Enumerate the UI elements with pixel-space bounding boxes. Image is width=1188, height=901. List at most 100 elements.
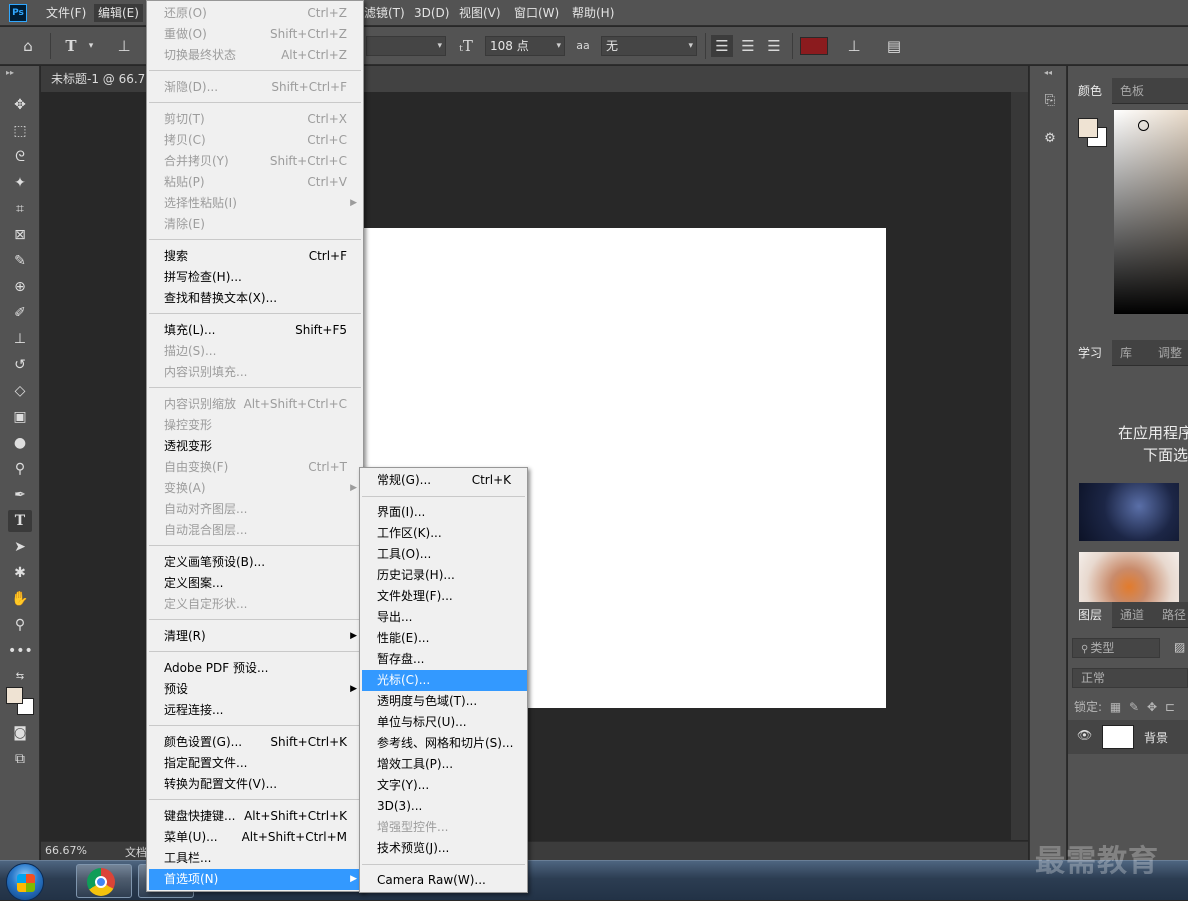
edit-menu-item-拼写检查[interactable]: 拼写检查(H)... xyxy=(149,267,363,288)
home-icon[interactable]: ⌂ xyxy=(17,35,39,57)
blur-tool-icon[interactable]: ● xyxy=(8,432,32,454)
edit-menu-item-指定配置文件[interactable]: 指定配置文件... xyxy=(149,753,363,774)
edit-menu-item-菜单[interactable]: 菜单(U)... Alt+Shift+Ctrl+M xyxy=(149,827,363,848)
prefs-menu-item-camera-raw[interactable]: Camera Raw(W)... xyxy=(362,870,527,891)
prefs-menu-item-光标[interactable]: 光标(C)... xyxy=(362,670,527,691)
align-left-icon[interactable]: ☰ xyxy=(711,35,733,57)
collapse-icon[interactable]: ▸▸ xyxy=(6,68,14,77)
edit-menu-item-远程连接[interactable]: 远程连接... xyxy=(149,700,363,721)
edit-menu-item-剪切[interactable]: 剪切(T) Ctrl+X xyxy=(149,109,363,130)
blend-mode-select[interactable]: 正常 xyxy=(1072,668,1188,688)
edit-menu-item-合并拷贝[interactable]: 合并拷贝(Y) Shift+Ctrl+C xyxy=(149,151,363,172)
font-size-field[interactable]: 108 点 ▾ xyxy=(485,36,565,56)
more-tools-icon[interactable]: ••• xyxy=(8,640,33,662)
prefs-menu-item-历史记录[interactable]: 历史记录(H)... xyxy=(362,565,527,586)
prefs-menu-item-透明度与色域[interactable]: 透明度与色域(T)... xyxy=(362,691,527,712)
layer-name[interactable]: 背景 xyxy=(1144,729,1168,746)
tab-layers[interactable]: 图层 xyxy=(1068,602,1113,628)
healing-brush-tool-icon[interactable]: ⊕ xyxy=(8,276,32,298)
marquee-tool-icon[interactable]: ⬚ xyxy=(8,120,32,142)
prefs-menu-item-导出[interactable]: 导出... xyxy=(362,607,527,628)
edit-menu-item-自动对齐图层[interactable]: 自动对齐图层... xyxy=(149,499,363,520)
quick-mask-icon[interactable]: ◙ xyxy=(8,722,32,744)
edit-menu-item-搜索[interactable]: 搜索 Ctrl+F xyxy=(149,246,363,267)
lock-transparent-icon[interactable]: ▦ xyxy=(1110,700,1121,714)
zoom-level[interactable]: 66.67% xyxy=(45,844,87,857)
magic-wand-tool-icon[interactable]: ✦ xyxy=(8,172,32,194)
edit-menu-item-adobe-pdf-预设[interactable]: Adobe PDF 预设... xyxy=(149,658,363,679)
clone-stamp-tool-icon[interactable]: ⊥ xyxy=(8,328,32,350)
screen-mode-icon[interactable]: ⧉ xyxy=(8,748,32,770)
font-style-select[interactable]: ▾ xyxy=(366,36,446,56)
prefs-menu-item-工具[interactable]: 工具(O)... xyxy=(362,544,527,565)
brush-tool-icon[interactable]: ✐ xyxy=(8,302,32,324)
frame-tool-icon[interactable]: ⊠ xyxy=(8,224,32,246)
edit-menu-item-查找和替换文本[interactable]: 查找和替换文本(X)... xyxy=(149,288,363,309)
tab-color[interactable]: 颜色 xyxy=(1068,78,1113,104)
eye-icon[interactable]: 👁 xyxy=(1077,728,1092,742)
prefs-menu-item-文字[interactable]: 文字(Y)... xyxy=(362,775,527,796)
antialias-select[interactable]: 无 ▾ xyxy=(601,36,697,56)
gradient-tool-icon[interactable]: ▣ xyxy=(8,406,32,428)
color-picker-ring[interactable] xyxy=(1138,120,1149,131)
tutorial-thumbnail[interactable] xyxy=(1079,552,1179,602)
start-button[interactable] xyxy=(6,863,44,901)
edit-menu-item-自由变换[interactable]: 自由变换(F) Ctrl+T xyxy=(149,457,363,478)
prefs-menu-item-单位与标尺[interactable]: 单位与标尺(U)... xyxy=(362,712,527,733)
edit-menu-item-首选项[interactable]: 首选项(N) ▶ xyxy=(149,869,363,890)
edit-menu-item-定义画笔预设[interactable]: 定义画笔预设(B)... xyxy=(149,552,363,573)
move-tool-icon[interactable]: ✥ xyxy=(8,94,32,116)
properties-panel-icon[interactable]: ⚙ xyxy=(1039,128,1061,150)
edit-menu-item-描边[interactable]: 描边(S)... xyxy=(149,341,363,362)
type-tool-icon[interactable]: T xyxy=(8,510,32,532)
edit-menu-item-渐隐[interactable]: 渐隐(D)... Shift+Ctrl+F xyxy=(149,77,363,98)
edit-menu-item-重做[interactable]: 重做(O) Shift+Ctrl+Z xyxy=(149,24,363,45)
prefs-menu-item-界面[interactable]: 界面(I)... xyxy=(362,502,527,523)
hand-tool-icon[interactable]: ✋ xyxy=(8,588,32,610)
doc-info[interactable]: 文档 xyxy=(125,844,147,860)
edit-menu-item-操控变形[interactable]: 操控变形 xyxy=(149,415,363,436)
chevron-down-icon[interactable]: ▾ xyxy=(80,35,102,57)
edit-menu-item-切换最终状态[interactable]: 切换最终状态 Alt+Ctrl+Z xyxy=(149,45,363,66)
type-tool-preset-icon[interactable]: T xyxy=(60,35,82,57)
pen-tool-icon[interactable]: ✒ xyxy=(8,484,32,506)
menu-filter[interactable]: 滤镜(T) xyxy=(360,4,409,22)
edit-menu-item-定义图案[interactable]: 定义图案... xyxy=(149,573,363,594)
prefs-menu-item-增强型控件[interactable]: 增强型控件... xyxy=(362,817,527,838)
vertical-type-toggle-icon[interactable]: ⊥ xyxy=(113,35,135,57)
lasso-tool-icon[interactable]: ᘓ xyxy=(8,146,32,168)
foreground-color-swatch[interactable] xyxy=(1078,118,1098,138)
foreground-background-colors[interactable] xyxy=(5,686,35,716)
edit-menu-item-工具栏[interactable]: 工具栏... xyxy=(149,848,363,869)
edit-menu-item-转换为配置文件[interactable]: 转换为配置文件(V)... xyxy=(149,774,363,795)
foreground-color-swatch[interactable] xyxy=(6,687,23,704)
eyedropper-tool-icon[interactable]: ✎ xyxy=(8,250,32,272)
collapse-icon[interactable]: ◂◂ xyxy=(1044,68,1052,77)
edit-menu-item-拷贝[interactable]: 拷贝(C) Ctrl+C xyxy=(149,130,363,151)
layer-row[interactable]: 👁 背景 xyxy=(1068,720,1188,754)
menu-help[interactable]: 帮助(H) xyxy=(568,4,618,22)
prefs-menu-item-暂存盘[interactable]: 暂存盘... xyxy=(362,649,527,670)
edit-menu-item-定义自定形状[interactable]: 定义自定形状... xyxy=(149,594,363,615)
layer-kind-filter[interactable]: ⚲ 类型 xyxy=(1072,638,1160,658)
shape-tool-icon[interactable]: ✱ xyxy=(8,562,32,584)
character-panel-icon[interactable]: ▤ xyxy=(883,35,905,57)
tab-swatches[interactable]: 色板 xyxy=(1110,78,1154,104)
align-right-icon[interactable]: ☰ xyxy=(763,35,785,57)
prefs-menu-item-参考线-网格和切片[interactable]: 参考线、网格和切片(S)... xyxy=(362,733,527,754)
prefs-menu-item-文件处理[interactable]: 文件处理(F)... xyxy=(362,586,527,607)
tab-adjustments[interactable]: 调整 xyxy=(1148,340,1188,366)
edit-menu-item-键盘快捷键[interactable]: 键盘快捷键... Alt+Shift+Ctrl+K xyxy=(149,806,363,827)
edit-menu-item-自动混合图层[interactable]: 自动混合图层... xyxy=(149,520,363,541)
menu-view[interactable]: 视图(V) xyxy=(455,4,505,22)
prefs-menu-item-性能[interactable]: 性能(E)... xyxy=(362,628,527,649)
edit-menu-item-清除[interactable]: 清除(E) xyxy=(149,214,363,235)
edit-menu-item-内容识别填充[interactable]: 内容识别填充... xyxy=(149,362,363,383)
path-selection-tool-icon[interactable]: ➤ xyxy=(8,536,32,558)
document-tab[interactable]: 未标题-1 @ 66.7% xyxy=(41,66,161,92)
tab-paths[interactable]: 路径 xyxy=(1152,602,1188,628)
align-center-icon[interactable]: ☰ xyxy=(737,35,759,57)
lock-artboard-icon[interactable]: ⊏ xyxy=(1165,700,1175,714)
text-color-swatch[interactable] xyxy=(800,37,828,55)
prefs-menu-item-3d[interactable]: 3D(3)... xyxy=(362,796,527,817)
